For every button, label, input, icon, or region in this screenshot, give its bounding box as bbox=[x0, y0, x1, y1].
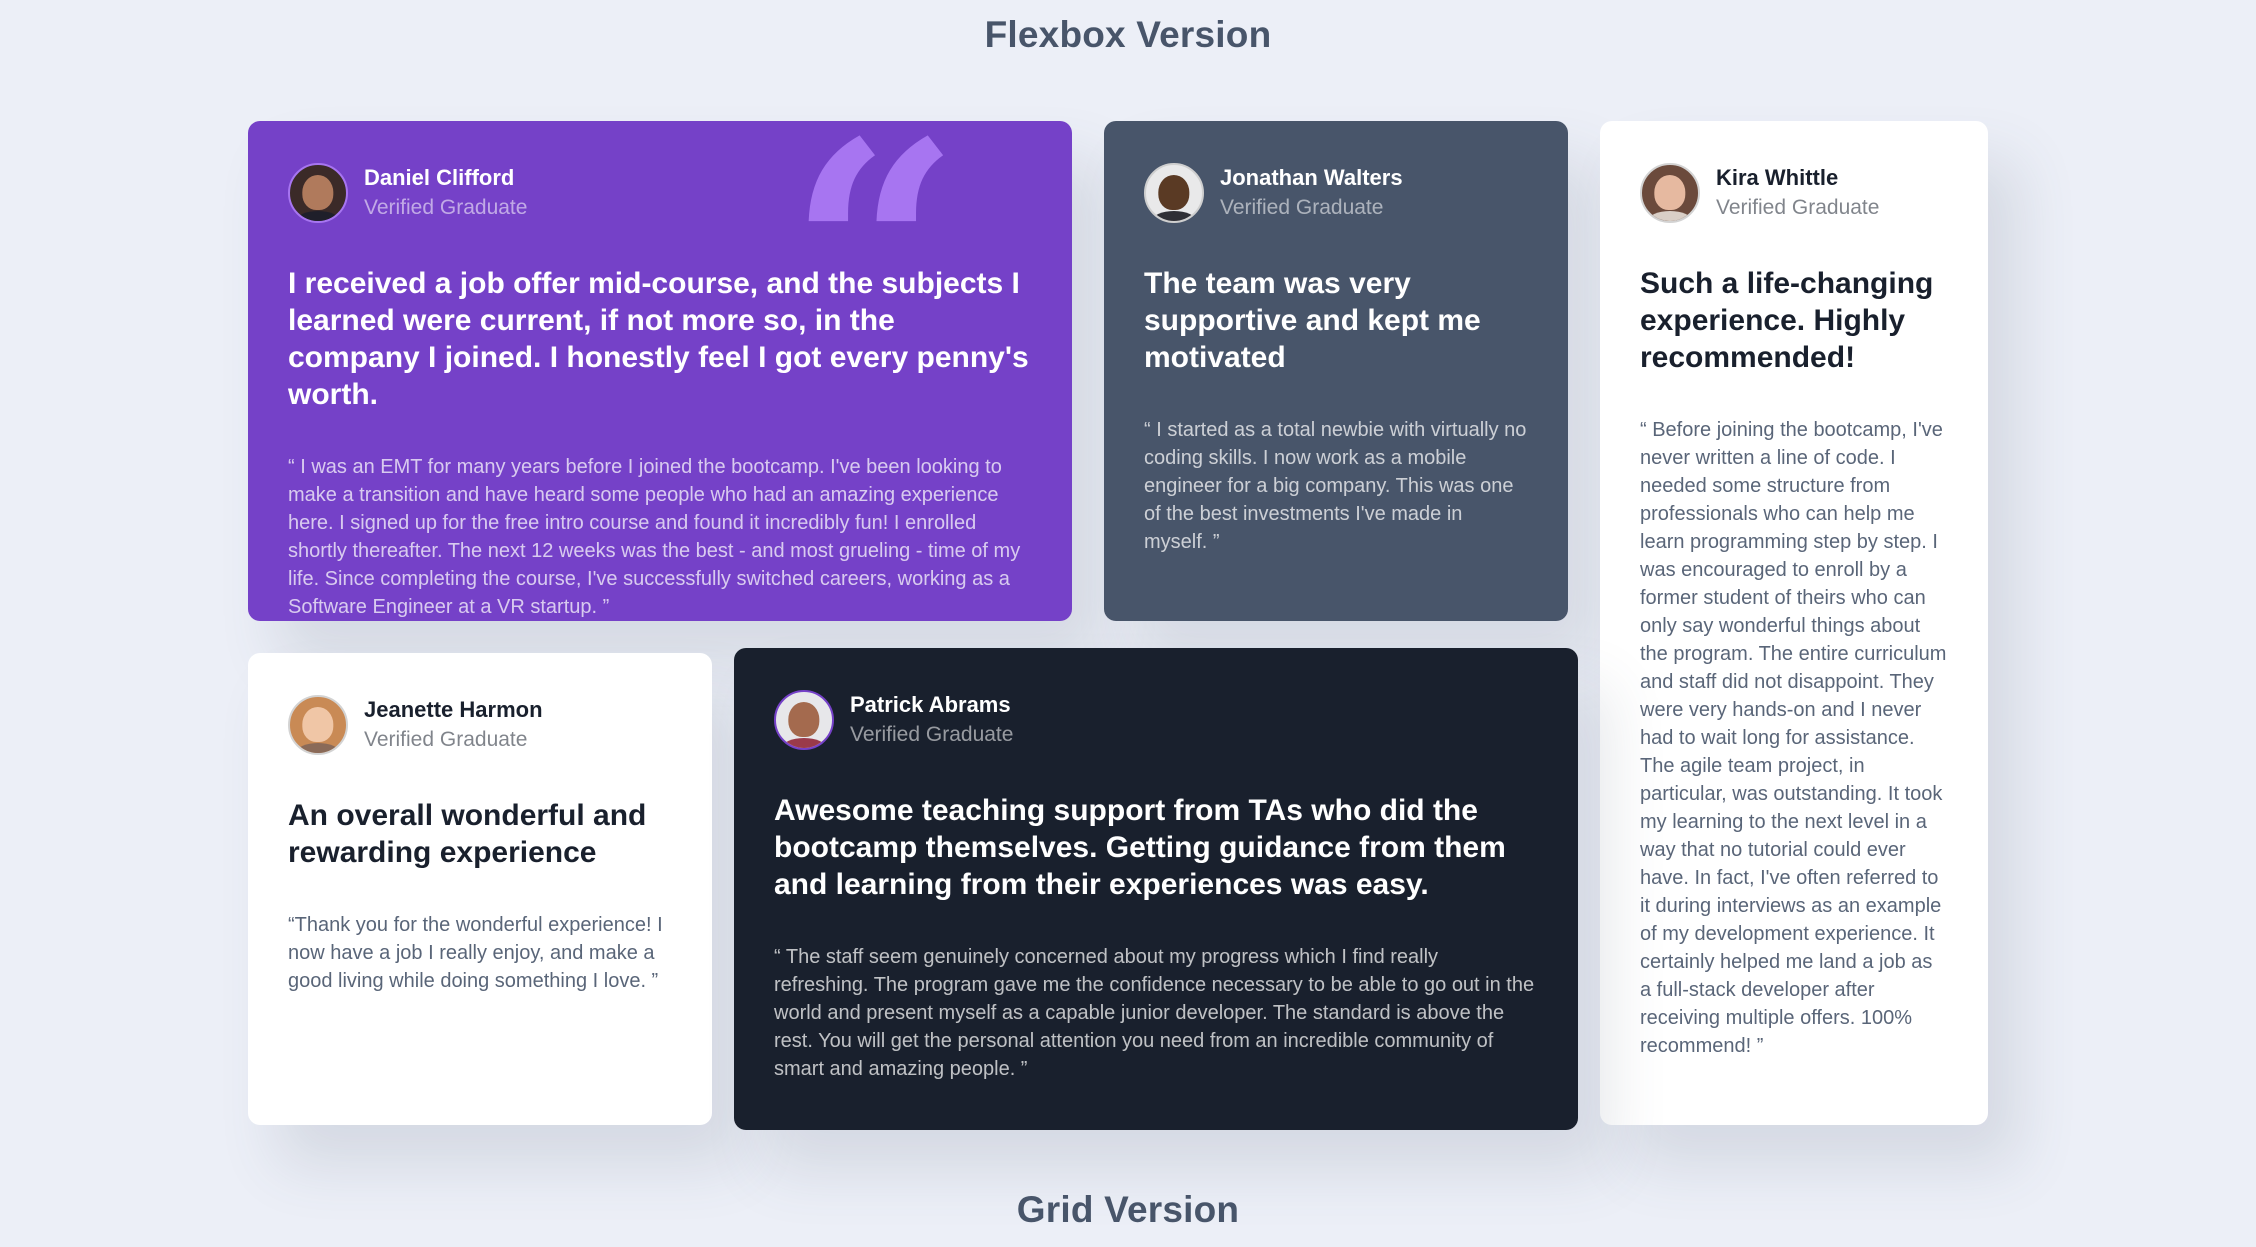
avatar bbox=[288, 695, 348, 755]
testimonial-author: Jeanette Harmon Verified Graduate bbox=[288, 693, 672, 757]
testimonial-card-daniel-clifford: “ Daniel Clifford Verified Graduate I re… bbox=[248, 121, 1072, 621]
testimonial-author: Patrick Abrams Verified Graduate bbox=[774, 688, 1538, 752]
author-info: Patrick Abrams Verified Graduate bbox=[850, 690, 1013, 750]
author-role: Verified Graduate bbox=[364, 728, 528, 751]
avatar bbox=[1640, 163, 1700, 223]
avatar bbox=[288, 163, 348, 223]
page: Flexbox Version “ Daniel Clifford Verifi… bbox=[0, 0, 2256, 1247]
author-info: Daniel Clifford Verified Graduate bbox=[364, 163, 527, 223]
testimonial-body: “ I was an EMT for many years before I j… bbox=[288, 456, 1021, 618]
testimonial-headline: An overall wonderful and rewarding exper… bbox=[288, 799, 647, 869]
testimonial-card-jeanette-harmon: Jeanette Harmon Verified Graduate An ove… bbox=[248, 653, 712, 1125]
testimonial-headline: Such a life-changing experience. Highly … bbox=[1640, 267, 1934, 374]
testimonial-headline: I received a job offer mid-course, and t… bbox=[288, 267, 1029, 411]
testimonial-card-jonathan-walters: Jonathan Walters Verified Graduate The t… bbox=[1104, 121, 1568, 621]
testimonial-body: “ The staff seem genuinely concerned abo… bbox=[774, 946, 1535, 1080]
testimonial-author: Kira Whittle Verified Graduate bbox=[1640, 161, 1948, 225]
author-info: Kira Whittle Verified Graduate bbox=[1716, 163, 1879, 223]
testimonial-card-kira-whittle: Kira Whittle Verified Graduate Such a li… bbox=[1600, 121, 1988, 1125]
author-role: Verified Graduate bbox=[1220, 196, 1384, 219]
avatar bbox=[774, 690, 834, 750]
testimonial-headline: Awesome teaching support from TAs who di… bbox=[774, 794, 1506, 901]
testimonial-body: “ Before joining the bootcamp, I've neve… bbox=[1640, 419, 1947, 1057]
author-name: Jonathan Walters bbox=[1220, 165, 1403, 190]
author-info: Jeanette Harmon Verified Graduate bbox=[364, 695, 543, 755]
testimonial-card-patrick-abrams: Patrick Abrams Verified Graduate Awesome… bbox=[734, 648, 1578, 1130]
testimonial-headline: The team was very supportive and kept me… bbox=[1144, 267, 1481, 374]
page-title: Flexbox Version bbox=[984, 14, 1272, 55]
author-name: Daniel Clifford bbox=[364, 165, 515, 190]
testimonial-body: “ I started as a total newbie with virtu… bbox=[1144, 419, 1527, 553]
avatar bbox=[1144, 163, 1204, 223]
author-name: Jeanette Harmon bbox=[364, 697, 543, 722]
author-role: Verified Graduate bbox=[364, 196, 528, 219]
author-name: Patrick Abrams bbox=[850, 692, 1011, 717]
author-role: Verified Graduate bbox=[1716, 196, 1880, 219]
author-name: Kira Whittle bbox=[1716, 165, 1839, 190]
author-info: Jonathan Walters Verified Graduate bbox=[1220, 163, 1403, 223]
section-title-grid: Grid Version bbox=[1016, 1189, 1240, 1230]
testimonial-author: Daniel Clifford Verified Graduate bbox=[288, 161, 1032, 225]
author-role: Verified Graduate bbox=[850, 723, 1014, 746]
testimonial-body: “Thank you for the wonderful experience!… bbox=[288, 914, 663, 992]
testimonial-author: Jonathan Walters Verified Graduate bbox=[1144, 161, 1528, 225]
